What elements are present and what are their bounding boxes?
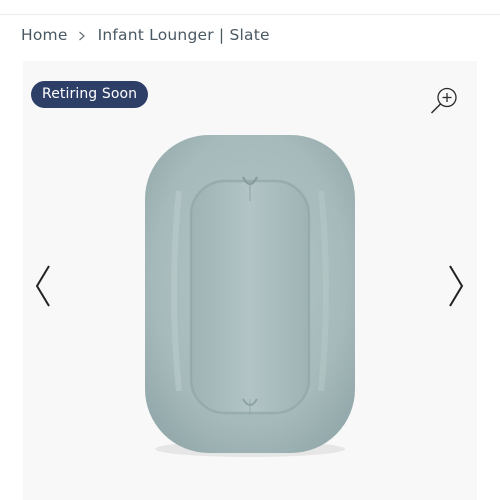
breadcrumb-home-link[interactable]: Home (21, 26, 68, 44)
chevron-right-icon (78, 31, 86, 41)
status-badge: Retiring Soon (31, 81, 149, 108)
chevron-right-icon[interactable] (446, 264, 466, 308)
product-image (139, 131, 361, 461)
zoom-in-icon[interactable] (430, 86, 460, 116)
breadcrumb-current: Infant Lounger | Slate (97, 26, 270, 44)
header-divider (0, 14, 500, 15)
breadcrumb: Home Infant Lounger | Slate (21, 24, 270, 46)
chevron-left-icon[interactable] (33, 264, 53, 308)
